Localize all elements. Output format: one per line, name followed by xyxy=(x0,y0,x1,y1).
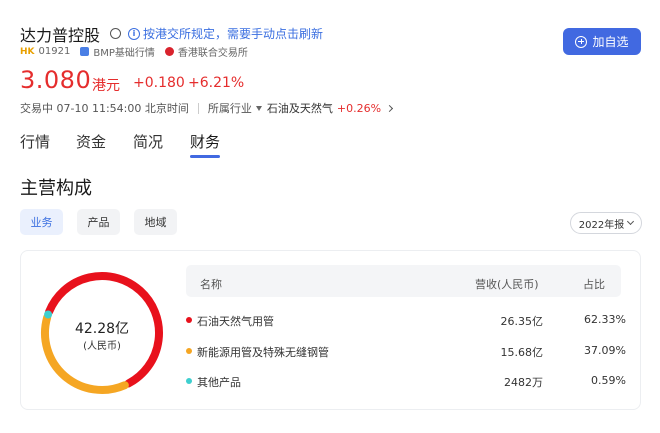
col-name-header: 名称 xyxy=(200,278,222,291)
price-change-pct: +6.21% xyxy=(188,75,245,91)
add-watchlist-label: 加自选 xyxy=(592,35,629,49)
row-pct: 0.59% xyxy=(591,374,626,387)
chevron-down-icon xyxy=(627,217,635,226)
current-price: 3.080 xyxy=(20,66,92,94)
exchange-icon xyxy=(164,47,174,56)
row-name: 其他产品 xyxy=(197,376,241,389)
exchange-name: 香港联合交易所 xyxy=(177,48,248,59)
tab-profile[interactable]: 简况 xyxy=(133,131,163,152)
donut-total: 42.28亿 xyxy=(74,321,130,337)
active-tab-indicator xyxy=(190,155,220,158)
industry-change-pct: +0.26% xyxy=(336,101,382,115)
chevron-right-icon[interactable] xyxy=(385,104,394,112)
refresh-notice-text: 按港交所规定，需要手动点击刷新 xyxy=(143,27,324,41)
industry-name[interactable]: 石油及天然气 xyxy=(267,100,333,116)
stock-meta: HK 01921 BMP基础行情 香港联合交易所 xyxy=(20,44,248,59)
status-row: 交易中 07-10 11:54:00 北京时间 所属行业 石油及天然气 +0.2… xyxy=(20,100,394,116)
report-period-value: 2022年报 xyxy=(578,219,625,231)
currency: 港元 xyxy=(92,78,120,94)
plus-circle-icon xyxy=(575,35,588,48)
row-name: 新能源用管及特殊无缝钢管 xyxy=(197,346,329,359)
info-icon: i xyxy=(128,27,140,40)
price-change: +0.180 xyxy=(133,75,185,91)
divider xyxy=(197,102,199,114)
section-title: 主营构成 xyxy=(20,178,92,199)
legend-dot xyxy=(186,348,192,354)
row-revenue: 15.68亿 xyxy=(500,346,544,359)
refresh-notice[interactable]: i 按港交所规定，需要手动点击刷新 xyxy=(128,25,323,42)
tab-quote[interactable]: 行情 xyxy=(20,131,50,152)
legend-dot xyxy=(186,317,192,323)
col-pct-header: 占比 xyxy=(583,278,605,291)
trading-status: 交易中 07-10 11:54:00 北京时间 xyxy=(20,102,189,115)
industry-label: 所属行业 xyxy=(207,102,252,115)
tab-finance[interactable]: 财务 xyxy=(190,131,220,152)
col-revenue-header: 营收(人民币) xyxy=(475,278,539,291)
triangle-down-icon xyxy=(255,105,262,111)
add-watchlist-button[interactable]: 加自选 xyxy=(563,28,641,55)
report-period-select[interactable]: 2022年报 xyxy=(570,212,642,234)
row-revenue: 26.35亿 xyxy=(500,315,544,328)
stock-name: 达力普控股 xyxy=(20,26,101,45)
row-pct: 62.33% xyxy=(584,313,626,326)
quote-source-icon xyxy=(80,47,90,56)
filter-business[interactable]: 业务 xyxy=(20,209,63,235)
legend-dot xyxy=(186,378,192,384)
table-header xyxy=(186,265,621,297)
market-tag: HK xyxy=(20,46,35,57)
donut-unit: (人民币) xyxy=(83,341,121,352)
stock-code: 01921 xyxy=(38,46,71,57)
tab-funds[interactable]: 资金 xyxy=(76,131,106,152)
row-pct: 37.09% xyxy=(584,344,626,357)
row-revenue: 2482万 xyxy=(504,376,543,389)
filter-product[interactable]: 产品 xyxy=(77,209,120,235)
quote-source: BMP基础行情 xyxy=(93,48,155,59)
filter-region[interactable]: 地域 xyxy=(134,209,177,235)
row-name: 石油天然气用管 xyxy=(197,315,274,328)
refresh-icon[interactable] xyxy=(110,28,121,39)
